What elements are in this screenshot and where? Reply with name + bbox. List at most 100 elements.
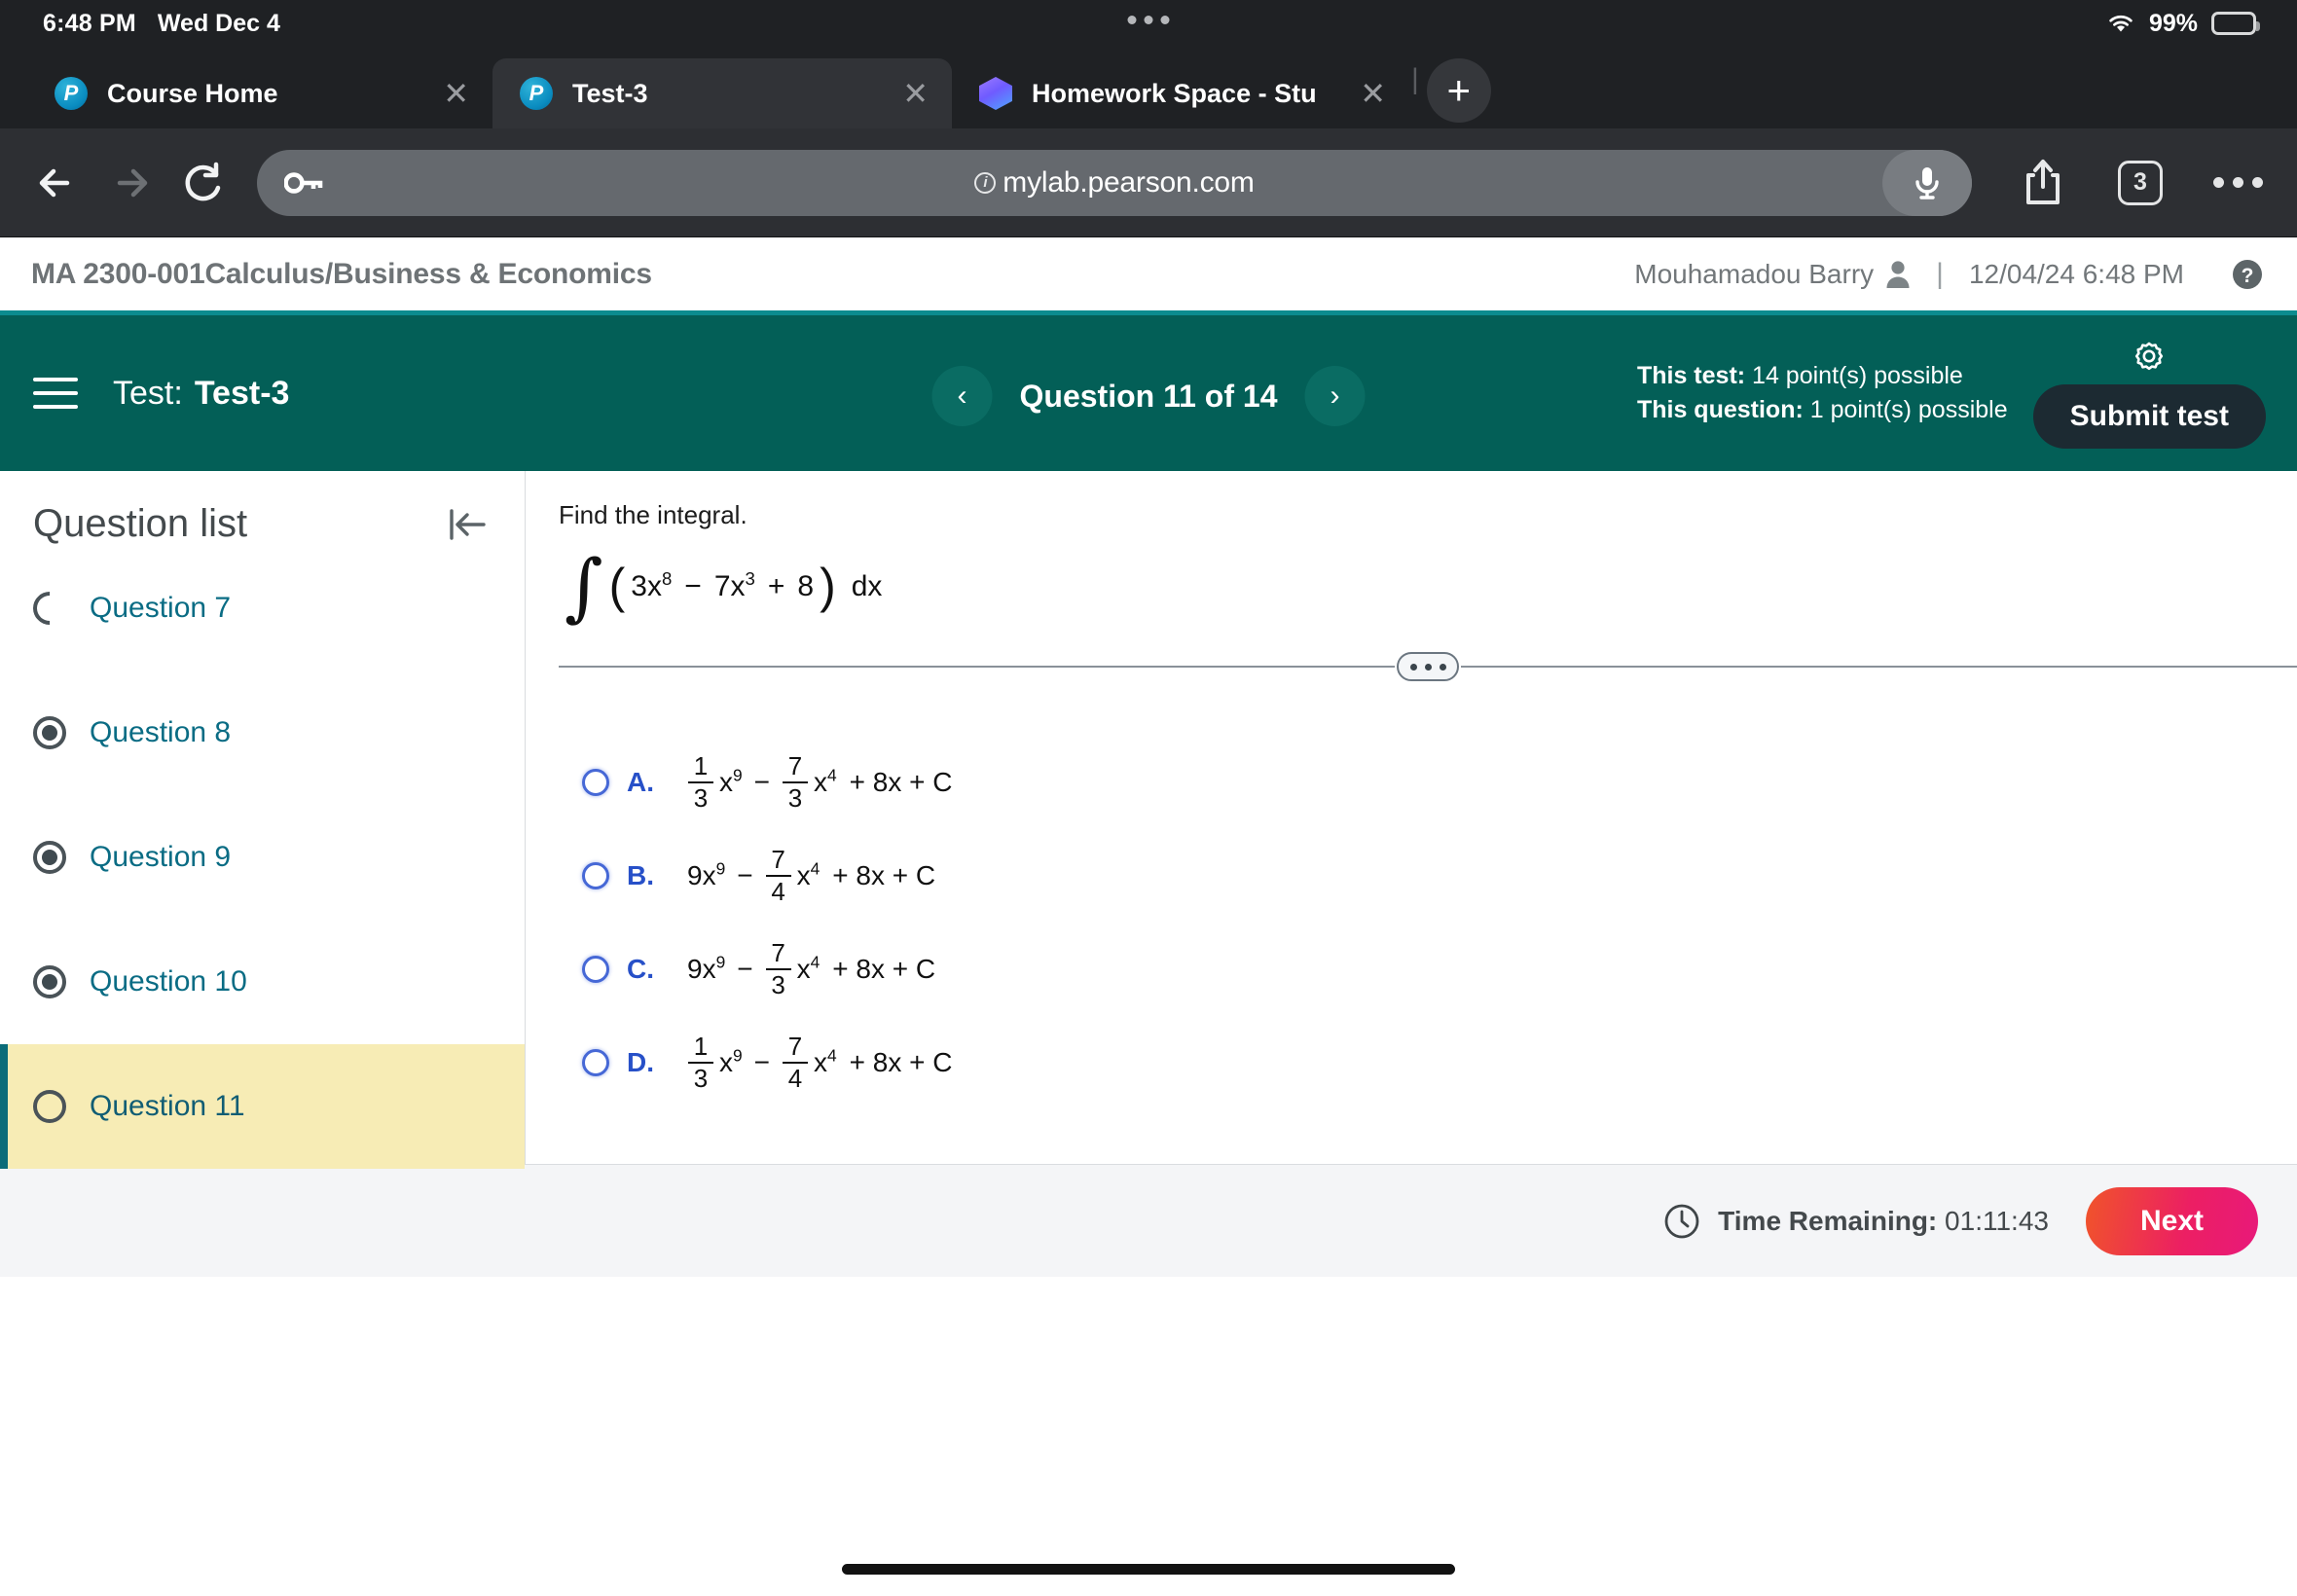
back-arrow-icon[interactable] — [23, 147, 95, 219]
radio-button[interactable] — [582, 862, 609, 890]
hamburger-menu-icon[interactable] — [33, 378, 78, 409]
close-icon[interactable]: ✕ — [433, 78, 479, 109]
term-x4: x4 — [796, 952, 820, 985]
microphone-icon[interactable] — [1882, 149, 1972, 216]
radio-button[interactable] — [582, 1049, 609, 1077]
settings-gear-icon[interactable] — [2129, 338, 2169, 379]
forward-arrow-icon[interactable] — [95, 147, 167, 219]
question-list-title: Question list — [33, 502, 248, 545]
tab-title: Homework Space - Stu — [1032, 78, 1317, 108]
question-prompt: Find the integral. — [559, 500, 747, 529]
previous-question-button[interactable]: ‹ — [931, 366, 993, 426]
clock-icon — [1663, 1203, 1700, 1240]
test-actions: Submit test — [2032, 338, 2266, 449]
operator: − — [753, 767, 771, 798]
radio-button[interactable] — [582, 769, 609, 797]
browser-tab-test-3[interactable]: P Test-3 ✕ — [492, 58, 952, 128]
sidebar-item-question-10[interactable]: Question 10 — [0, 920, 525, 1044]
answer-choice-c[interactable]: C. 9x9 − 73 x4 + 8x + C — [582, 923, 2297, 1016]
test-label: Test: Test-3 — [113, 375, 289, 413]
collapse-panel-icon[interactable] — [447, 507, 492, 542]
help-icon[interactable]: ? — [2231, 258, 2264, 291]
browser-tab-homework-space[interactable]: Homework Space - Stu ✕ — [952, 58, 1409, 128]
integral-sign: ∫ — [565, 543, 603, 630]
term-9x9: 9x9 — [687, 952, 726, 985]
address-bar[interactable]: i mylab.pearson.com — [257, 149, 1972, 216]
fraction-seven-thirds: 73 — [765, 939, 791, 999]
choice-expression: 13 x9 − 73 x4 + 8x + C — [687, 752, 953, 813]
course-header-right: Mouhamadou Barry | 12/04/24 6:48 PM ? — [1634, 258, 2264, 291]
status-answered-icon — [33, 841, 66, 874]
reload-icon[interactable] — [167, 147, 239, 219]
next-button[interactable]: Next — [2085, 1186, 2258, 1255]
term-x9: x9 — [719, 1045, 743, 1078]
term-x4: x4 — [814, 765, 837, 798]
user-avatar-icon[interactable] — [1885, 260, 1911, 289]
this-question-value: 1 point(s) possible — [1809, 396, 2008, 423]
this-test-value: 14 point(s) possible — [1752, 361, 1963, 389]
this-test-label: This test: — [1636, 361, 1746, 389]
battery-percent: 99% — [2148, 9, 2198, 37]
question-panel: Find the integral. ∫ ( 3x8 − 7x3 + 8 ) d… — [526, 471, 2297, 1164]
choice-tail: + 8x + C — [832, 860, 936, 891]
sidebar-item-label: Question 10 — [90, 965, 247, 998]
points-summary: This test: 14 point(s) possible This que… — [1637, 359, 2033, 428]
choice-expression: 13 x9 − 74 x4 + 8x + C — [687, 1033, 953, 1093]
sidebar-item-question-7[interactable]: Question 7 — [0, 546, 525, 671]
home-indicator[interactable] — [842, 1564, 1455, 1575]
operator-minus: − — [684, 569, 702, 602]
panel-splitter[interactable] — [559, 650, 2297, 683]
share-icon[interactable] — [2007, 147, 2079, 219]
more-dots-icon[interactable] — [2202, 147, 2274, 219]
svg-text:?: ? — [2242, 265, 2254, 287]
next-question-button[interactable]: › — [1304, 366, 1366, 426]
passwords-key-icon[interactable] — [284, 170, 323, 196]
term-x9: x9 — [719, 765, 743, 798]
new-tab-button[interactable]: + — [1426, 58, 1491, 123]
answer-choice-d[interactable]: D. 13 x9 − 74 x4 + 8x + C — [582, 1016, 2297, 1109]
radio-button[interactable] — [582, 956, 609, 984]
status-clock: 6:48 PM — [43, 9, 136, 37]
operator: − — [753, 1047, 771, 1078]
close-icon[interactable]: ✕ — [893, 78, 938, 109]
resize-handle-dots-icon[interactable] — [1397, 652, 1459, 682]
url-text: mylab.pearson.com — [1003, 165, 1255, 199]
answer-choice-b[interactable]: B. 9x9 − 74 x4 + 8x + C — [582, 829, 2297, 923]
fraction-one-third: 13 — [688, 752, 713, 813]
wifi-icon — [2106, 12, 2135, 35]
choice-letter: D. — [627, 1047, 654, 1078]
sidebar-item-question-8[interactable]: Question 8 — [0, 671, 525, 795]
test-prefix: Test: — [113, 374, 183, 412]
course-title: MA 2300-001Calculus/Business & Economics — [31, 257, 652, 290]
fraction-one-third: 13 — [688, 1033, 713, 1093]
page-background — [0, 1277, 2297, 1549]
browser-toolbar: i mylab.pearson.com 3 — [0, 128, 2297, 237]
main-content: Question list Question 7 Question 8 Ques… — [0, 471, 2297, 1169]
answer-choice-a[interactable]: A. 13 x9 − 73 x4 + 8x + C — [582, 736, 2297, 829]
fraction-seven-thirds: 73 — [783, 752, 809, 813]
close-icon[interactable]: ✕ — [1350, 78, 1396, 109]
tab-count-button[interactable]: 3 — [2104, 147, 2176, 219]
site-info-icon[interactable]: i — [974, 171, 997, 194]
status-date: Wed Dec 4 — [157, 9, 280, 37]
splitter-line-left — [559, 666, 1395, 669]
multitask-grabber-icon[interactable] — [1127, 16, 1170, 24]
open-paren: ( — [608, 559, 626, 614]
choice-tail: + 8x + C — [849, 767, 953, 798]
choice-letter: C. — [627, 954, 654, 985]
sidebar-item-label: Question 8 — [90, 716, 232, 748]
choice-expression: 9x9 − 73 x4 + 8x + C — [687, 939, 936, 999]
choice-letter: A. — [627, 767, 654, 798]
sidebar-item-label: Question 11 — [90, 1090, 245, 1122]
sidebar-item-question-9[interactable]: Question 9 — [0, 795, 525, 920]
operator: − — [737, 860, 753, 891]
sidebar-item-question-11[interactable]: Question 11 — [0, 1044, 525, 1169]
submit-test-button[interactable]: Submit test — [2032, 384, 2266, 449]
term-3: 8 — [797, 569, 815, 602]
status-right-cluster: 99% — [2106, 9, 2260, 38]
battery-icon — [2211, 12, 2260, 35]
tab-title: Test-3 — [572, 78, 648, 108]
choice-tail: + 8x + C — [832, 954, 936, 985]
choice-letter: B. — [627, 860, 654, 891]
browser-tab-course-home[interactable]: P Course Home ✕ — [27, 58, 492, 128]
